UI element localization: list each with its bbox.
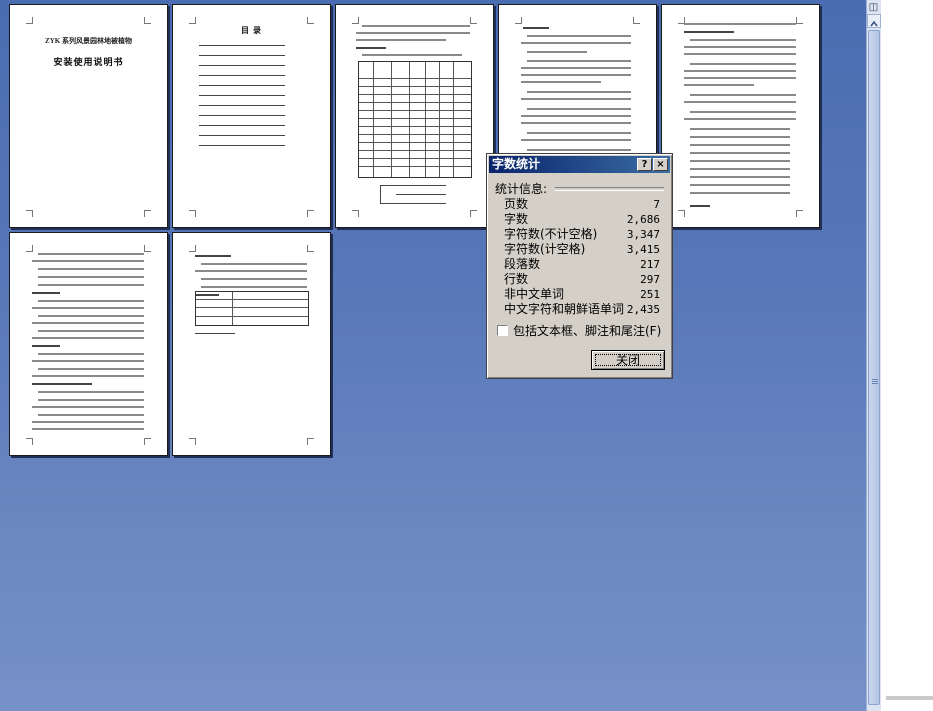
include-textboxes-label[interactable]: 包括文本框、脚注和尾注(F): [513, 322, 661, 339]
dialog-titlebar[interactable]: 字数统计 ? ×: [489, 156, 670, 173]
gutter-bar: [886, 696, 933, 700]
dialog-title: 字数统计: [492, 157, 541, 171]
stat-row-asian-chars: 中文字符和朝鲜语单词 2,435: [504, 302, 660, 316]
scroll-up-button[interactable]: [867, 14, 881, 28]
stat-row-pages: 页数 7: [504, 197, 660, 211]
page-thumbnail-5[interactable]: [661, 4, 820, 228]
right-gutter: [881, 0, 933, 711]
stat-row-chars-no-spaces: 字符数(不计空格) 3,347: [504, 227, 660, 241]
stat-row-words: 字数 2,686: [504, 212, 660, 226]
page-thumbnail-1[interactable]: ZYK 系列风景园林地被植物 安装使用说明书: [9, 4, 168, 228]
close-button-label: 关闭: [615, 353, 640, 367]
close-icon: ×: [656, 159, 665, 170]
include-textboxes-checkbox[interactable]: [497, 325, 508, 336]
word-count-dialog[interactable]: 字数统计 ? × 统计信息: 页数 7 字数 2,686 字符数(不计空格) 3,34…: [486, 153, 673, 379]
help-icon: ?: [641, 159, 648, 170]
page1-title-line2: 安装使用说明书: [53, 57, 124, 67]
close-x-button[interactable]: ×: [653, 158, 668, 171]
stat-row-non-asian-words: 非中文单词 251: [504, 287, 660, 301]
document-workspace[interactable]: ZYK 系列风景园林地被植物 安装使用说明书 目 录: [0, 0, 866, 711]
page-thumbnail-6[interactable]: [9, 232, 168, 456]
scrollbar-thumb[interactable]: [868, 30, 880, 705]
page-thumbnail-2[interactable]: 目 录: [172, 4, 331, 228]
chevron-up-icon: [870, 20, 878, 27]
help-button[interactable]: ?: [637, 158, 652, 171]
page1-title-line1: ZYK 系列风景园林地被植物: [45, 37, 132, 45]
close-button[interactable]: 关闭: [591, 350, 665, 370]
stat-row-chars-with-spaces: 字符数(计空格) 3,415: [504, 242, 660, 256]
group-divider: [555, 187, 664, 191]
toc-heading: 目 录: [241, 26, 262, 35]
stat-row-lines: 行数 297: [504, 272, 660, 286]
page-thumbnail-3[interactable]: [335, 4, 494, 228]
parts-table-thumbnail: [195, 291, 309, 326]
vertical-scrollbar[interactable]: [866, 0, 881, 711]
statistics-list: 页数 7 字数 2,686 字符数(不计空格) 3,347 字符数(计空格) 3,415…: [504, 197, 666, 317]
page-thumbnail-7[interactable]: [172, 232, 331, 456]
stat-row-paragraphs: 段落数 217: [504, 257, 660, 271]
statistics-group-label: 统计信息:: [495, 182, 548, 196]
split-view-icon[interactable]: ◫: [866, 2, 881, 14]
data-table-thumbnail: [358, 61, 472, 178]
